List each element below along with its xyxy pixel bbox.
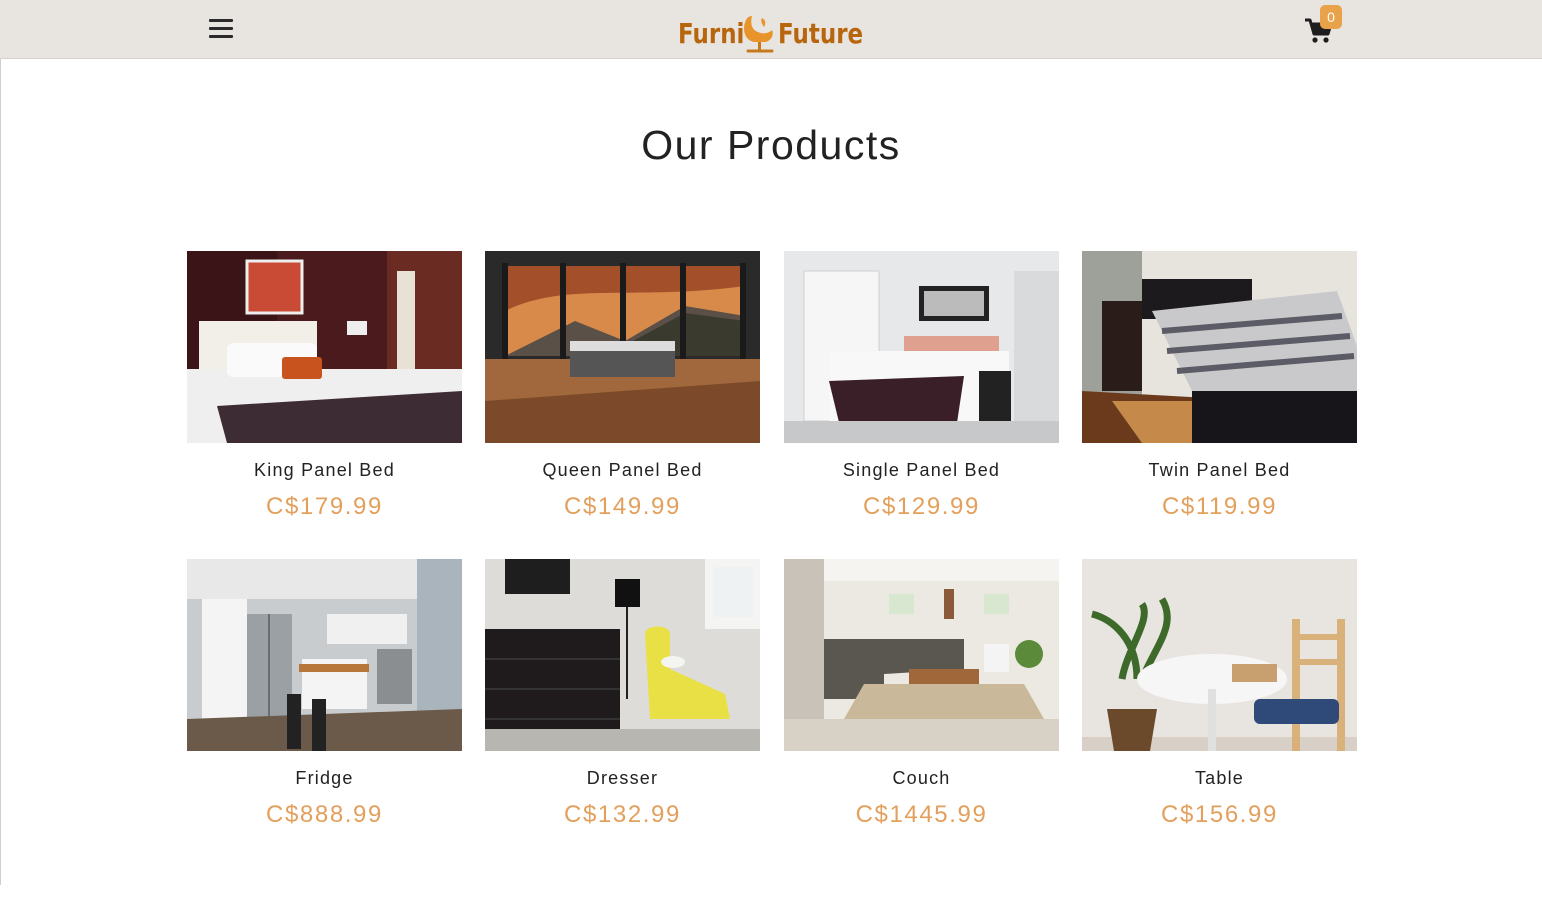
page-edge-divider: [0, 59, 1, 885]
brand-logo[interactable]: Furni Future: [678, 12, 864, 54]
product-name[interactable]: Twin Panel Bed: [1082, 460, 1357, 481]
product-image[interactable]: [187, 251, 462, 443]
product-card-table[interactable]: Table C$156.99: [1082, 559, 1357, 829]
product-card-couch[interactable]: Couch C$1445.99: [784, 559, 1059, 829]
product-name[interactable]: Dresser: [485, 768, 760, 789]
product-name[interactable]: Table: [1082, 768, 1357, 789]
top-navbar: Furni Future 0: [0, 0, 1542, 59]
product-name[interactable]: Single Panel Bed: [784, 460, 1059, 481]
product-image[interactable]: [1082, 251, 1357, 443]
product-image[interactable]: [187, 559, 462, 751]
product-name[interactable]: Queen Panel Bed: [485, 460, 760, 481]
product-price: C$149.99: [564, 493, 681, 520]
product-price: C$156.99: [1161, 801, 1278, 828]
product-image[interactable]: [485, 559, 760, 751]
product-card-fridge[interactable]: Fridge C$888.99: [187, 559, 462, 829]
product-image[interactable]: [784, 251, 1059, 443]
product-price: C$179.99: [266, 493, 383, 520]
product-card-single-panel-bed[interactable]: Single Panel Bed C$129.99: [784, 251, 1059, 521]
product-image[interactable]: [1082, 559, 1357, 751]
brand-name-left: Furni: [678, 17, 745, 50]
product-price: C$119.99: [1161, 493, 1278, 520]
hamburger-menu-icon[interactable]: [209, 19, 233, 41]
product-image[interactable]: [784, 559, 1059, 751]
product-price: C$129.99: [863, 493, 980, 520]
page-title: Our Products: [641, 122, 901, 168]
product-name[interactable]: Fridge: [187, 768, 462, 789]
product-price: C$132.99: [564, 801, 681, 828]
cart-count-badge: 0: [1320, 5, 1342, 29]
product-card-dresser[interactable]: Dresser C$132.99: [485, 559, 760, 829]
product-card-queen-panel-bed[interactable]: Queen Panel Bed C$149.99: [485, 251, 760, 521]
product-price: C$1445.99: [855, 801, 988, 828]
product-image[interactable]: [485, 251, 760, 443]
brand-name-right: Future: [778, 17, 864, 50]
product-card-twin-panel-bed[interactable]: Twin Panel Bed C$119.99: [1082, 251, 1357, 521]
product-name[interactable]: King Panel Bed: [187, 460, 462, 481]
product-name[interactable]: Couch: [784, 768, 1059, 789]
product-price: C$888.99: [266, 801, 383, 828]
product-card-king-panel-bed[interactable]: King Panel Bed C$179.99: [187, 251, 462, 521]
egg-chair-icon: [744, 16, 774, 53]
